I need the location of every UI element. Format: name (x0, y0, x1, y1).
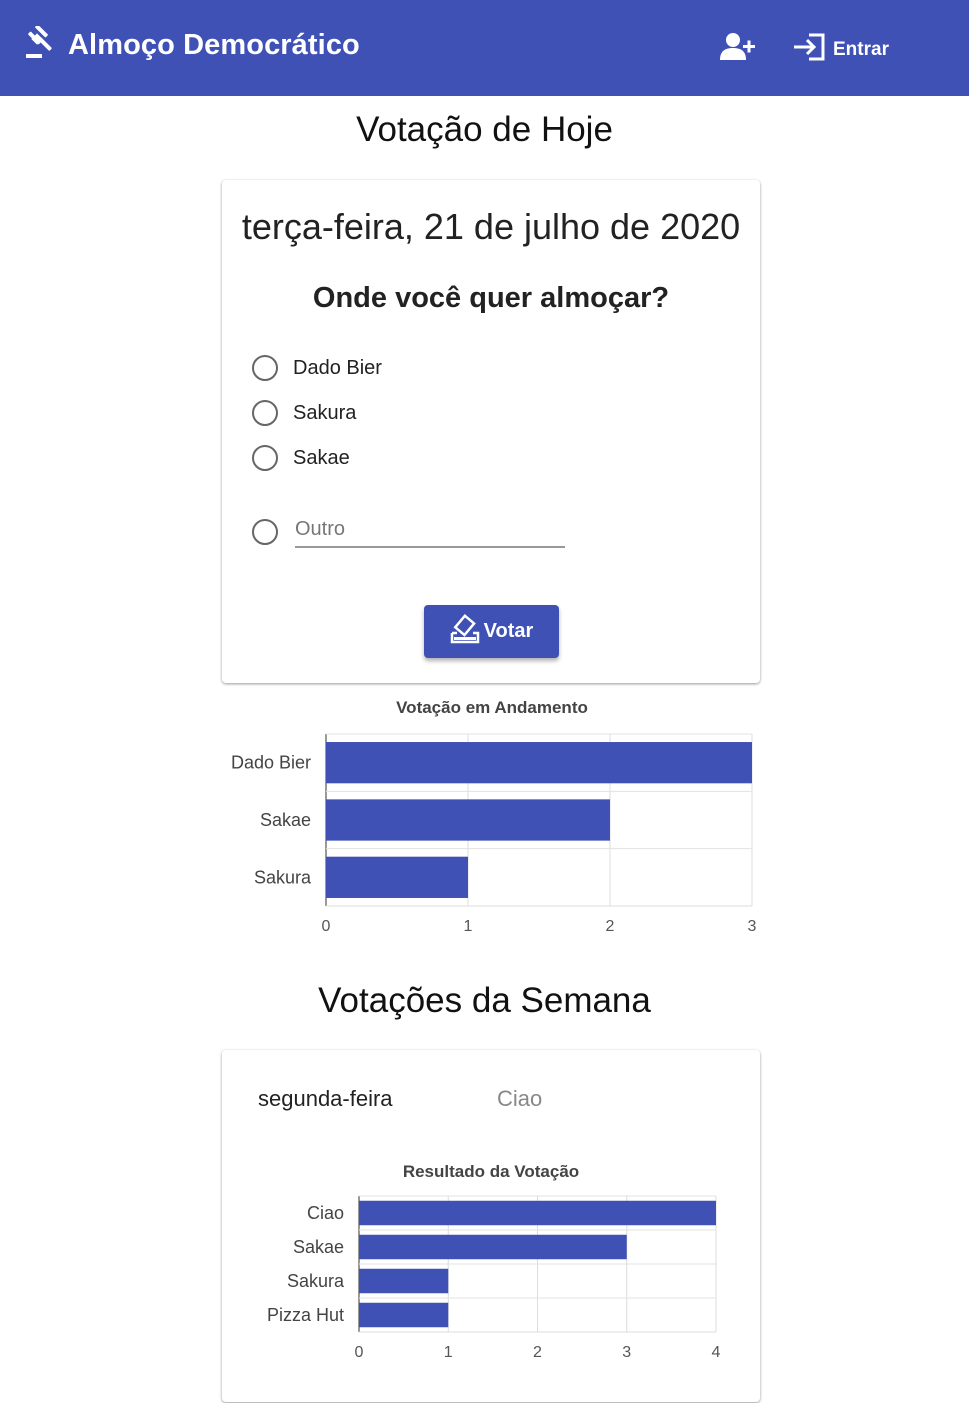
bar-ciao (359, 1200, 716, 1226)
chart-title: Votação em Andamento (396, 698, 588, 717)
bar-sakura (359, 1268, 449, 1294)
tick-label: 1 (464, 918, 473, 935)
category-label: Sakura (287, 1271, 345, 1291)
radio-button[interactable] (252, 445, 278, 471)
category-label: Sakae (260, 810, 311, 830)
other-restaurant-input[interactable] (295, 512, 565, 548)
tick-label: 2 (533, 1344, 542, 1361)
result-chart: Resultado da Votação 0 1 2 3 4 Ciao Sakae Sakur… (267, 1162, 721, 1361)
sign-up-button[interactable] (720, 32, 756, 67)
option-sakae[interactable]: Sakae (252, 445, 350, 471)
vote-button[interactable]: Votar (424, 605, 559, 658)
app-title: Almoço Democrático (68, 29, 360, 61)
tick-label: 0 (322, 918, 331, 935)
category-label: Dado Bier (231, 753, 311, 773)
radio-button[interactable] (252, 400, 278, 426)
week-day-card: segunda-feira Ciao Resultado da Votação … (222, 1050, 760, 1402)
category-label: Ciao (307, 1203, 344, 1223)
tick-label: 1 (444, 1344, 453, 1361)
current-vote-chart: Votação em Andamento 0 1 2 3 Dado Bier Sakae S… (231, 698, 757, 935)
option-label: Sakura (293, 401, 357, 424)
tick-label: 0 (355, 1344, 364, 1361)
week-section-title: Votações da Semana (318, 981, 651, 1020)
week-day-winner: Ciao (497, 1086, 543, 1111)
vote-button-label: Votar (483, 620, 534, 642)
bar-sakura (326, 856, 468, 898)
category-label: Sakura (254, 867, 312, 887)
option-label: Sakae (293, 446, 350, 469)
bar-pizza-hut (359, 1302, 449, 1328)
tick-label: 2 (606, 918, 615, 935)
vote-question: Onde você quer almoçar? (312, 282, 670, 314)
today-section-title: Votação de Hoje (356, 110, 613, 149)
tick-label: 4 (712, 1344, 721, 1361)
login-button[interactable]: Entrar (793, 32, 889, 67)
option-dado-bier[interactable]: Dado Bier (252, 355, 382, 381)
chart-title: Resultado da Votação (403, 1162, 579, 1181)
option-other[interactable] (252, 519, 278, 545)
radio-button[interactable] (252, 519, 278, 545)
login-label: Entrar (833, 38, 889, 60)
bar-sakae (326, 799, 610, 841)
bar-dado-bier (326, 742, 752, 784)
ballot-icon (450, 613, 480, 650)
vote-date: terça-feira, 21 de julho de 2020 (241, 206, 741, 247)
login-icon (793, 32, 827, 67)
brand[interactable]: Almoço Democrático (24, 24, 360, 65)
bar-sakae (359, 1234, 627, 1260)
gavel-icon (24, 24, 58, 65)
week-day-name: segunda-feira (258, 1086, 393, 1111)
radio-button[interactable] (252, 355, 278, 381)
category-label: Pizza Hut (267, 1305, 344, 1325)
tick-label: 3 (748, 918, 757, 935)
app-bar: Almoço Democrático Entrar (0, 0, 969, 96)
tick-label: 3 (622, 1344, 631, 1361)
category-label: Sakae (293, 1237, 344, 1257)
vote-card: terça-feira, 21 de julho de 2020 Onde vo… (222, 180, 760, 683)
option-label: Dado Bier (293, 356, 382, 379)
add-user-icon (720, 32, 756, 67)
option-sakura[interactable]: Sakura (252, 400, 356, 426)
